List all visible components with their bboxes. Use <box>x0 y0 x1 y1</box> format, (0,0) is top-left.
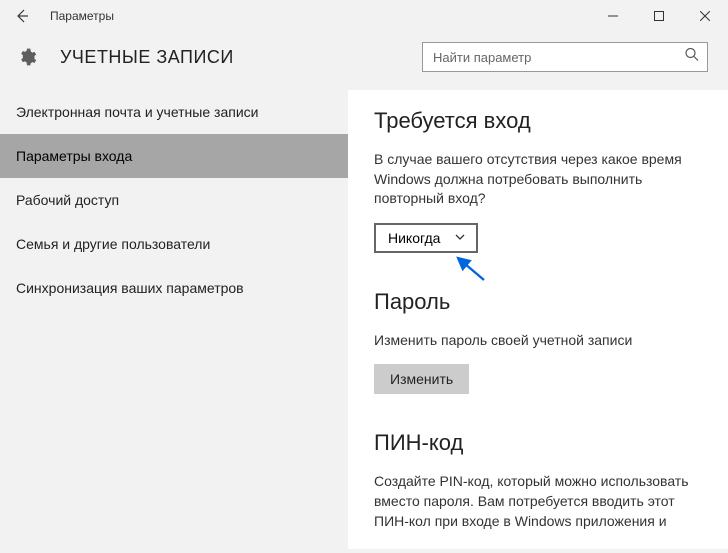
arrow-left-icon <box>14 8 30 24</box>
dropdown-value: Никогда <box>388 230 440 246</box>
maximize-button[interactable] <box>636 0 682 32</box>
content: Электронная почта и учетные записи Парам… <box>0 90 728 549</box>
sidebar-item-signin-options[interactable]: Параметры входа <box>0 134 348 178</box>
titlebar: Параметры <box>0 0 728 32</box>
settings-gear[interactable] <box>12 47 42 67</box>
main-panel: Требуется вход В случае вашего отсутстви… <box>348 90 728 549</box>
window-controls <box>590 0 728 32</box>
header: УЧЕТНЫЕ ЗАПИСИ <box>0 32 728 90</box>
sidebar-item-email-accounts[interactable]: Электронная почта и учетные записи <box>0 90 348 134</box>
sidebar-item-sync-settings[interactable]: Синхронизация ваших параметров <box>0 266 348 310</box>
sidebar-item-family-users[interactable]: Семья и другие пользователи <box>0 222 348 266</box>
search-container <box>422 42 708 72</box>
signin-timeout-dropdown[interactable]: Никогда <box>374 223 478 253</box>
chevron-down-icon <box>454 230 466 246</box>
section-text-password: Изменить пароль своей учетной записи <box>374 331 702 351</box>
change-password-button[interactable]: Изменить <box>374 364 469 394</box>
page-title: УЧЕТНЫЕ ЗАПИСИ <box>60 47 234 68</box>
section-require-signin: Требуется вход В случае вашего отсутстви… <box>374 108 702 253</box>
sidebar: Электронная почта и учетные записи Парам… <box>0 90 348 549</box>
section-text-pin: Создайте PIN-код, который можно использо… <box>374 472 702 531</box>
section-title-signin: Требуется вход <box>374 108 702 134</box>
back-button[interactable] <box>0 0 44 32</box>
close-icon <box>700 11 710 21</box>
section-password: Пароль Изменить пароль своей учетной зап… <box>374 289 702 395</box>
section-title-pin: ПИН-код <box>374 430 702 456</box>
minimize-icon <box>608 11 618 21</box>
close-button[interactable] <box>682 0 728 32</box>
section-title-password: Пароль <box>374 289 702 315</box>
window-title: Параметры <box>44 9 114 23</box>
sidebar-item-work-access[interactable]: Рабочий доступ <box>0 178 348 222</box>
maximize-icon <box>654 11 664 21</box>
section-pin: ПИН-код Создайте PIN-код, который можно … <box>374 430 702 531</box>
section-text-signin: В случае вашего отсутствия через какое в… <box>374 150 702 209</box>
gear-icon <box>17 47 37 67</box>
search-input[interactable] <box>422 42 708 72</box>
minimize-button[interactable] <box>590 0 636 32</box>
